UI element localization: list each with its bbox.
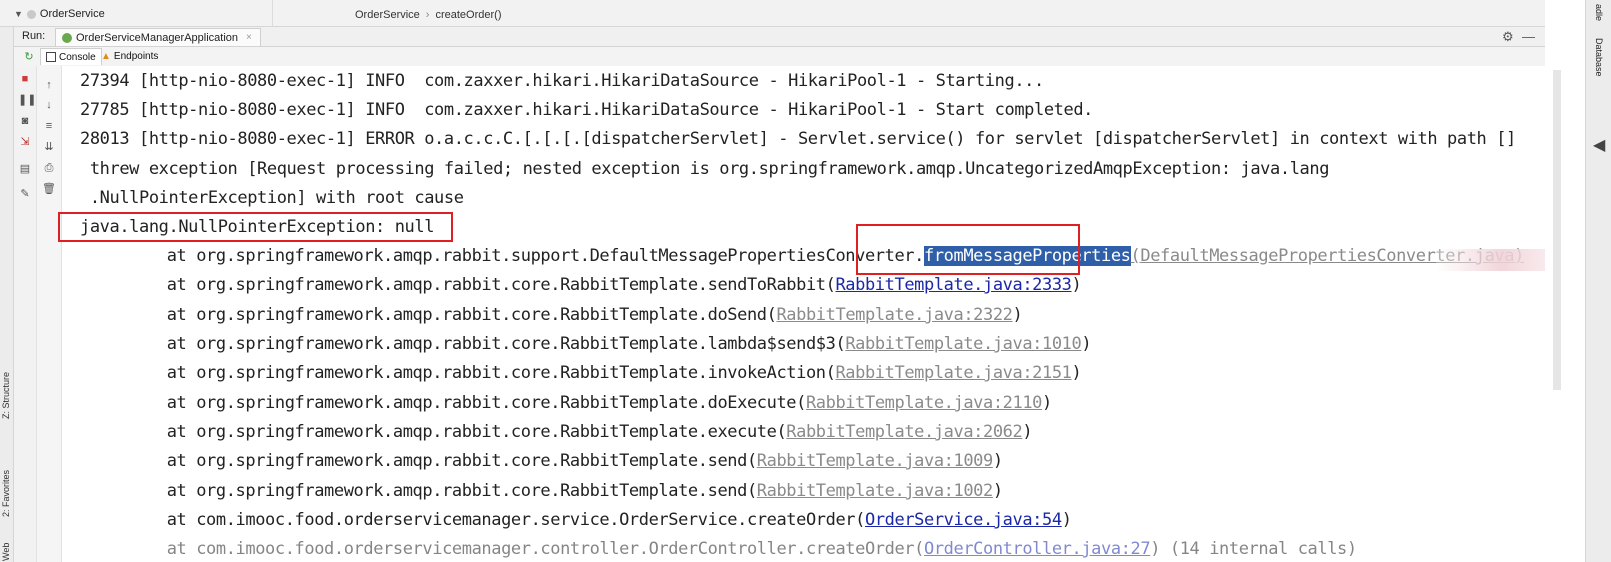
stack-frame: at org.springframework.amqp.rabbit.core.… bbox=[88, 305, 1023, 325]
database-tool-label[interactable]: Database bbox=[1594, 38, 1604, 77]
minimize-icon[interactable]: — bbox=[1522, 29, 1535, 44]
run-config-tab-label: OrderServiceManagerApplication bbox=[76, 31, 239, 44]
tab-endpoints[interactable]: ▲ Endpoints bbox=[96, 48, 163, 64]
tab-endpoints-label: Endpoints bbox=[113, 50, 159, 62]
breadcrumb: OrderService › createOrder() bbox=[355, 9, 502, 21]
stack-frame: at org.springframework.amqp.rabbit.core.… bbox=[88, 334, 1092, 354]
source-link[interactable]: RabbitTemplate.java:2333 bbox=[835, 275, 1071, 295]
console-output[interactable]: 27394 [http-nio-8080-exec-1] INFO com.za… bbox=[62, 66, 1545, 562]
stack-frame: at org.springframework.amqp.rabbit.core.… bbox=[88, 363, 1082, 383]
console-line: 27394 [http-nio-8080-exec-1] INFO com.za… bbox=[80, 71, 1044, 91]
pin-icon[interactable]: ✎ bbox=[18, 187, 32, 201]
arrow-down-icon[interactable]: ↓ bbox=[42, 98, 56, 112]
close-icon[interactable]: × bbox=[246, 32, 252, 43]
stack-frame: at org.springframework.amqp.rabbit.core.… bbox=[88, 275, 1082, 295]
highlight-box-method bbox=[856, 224, 1080, 275]
console-line: 27785 [http-nio-8080-exec-1] INFO com.za… bbox=[80, 100, 1093, 120]
source-link[interactable]: OrderService.java:54 bbox=[865, 510, 1062, 530]
pause-icon[interactable]: ❚❚ bbox=[18, 93, 36, 107]
source-link[interactable]: RabbitTemplate.java:1009 bbox=[757, 451, 993, 471]
left-tool-window-strip: Z: Structure 2: Favorites Web bbox=[0, 27, 14, 562]
console-text: 28013 [http-nio-8080-exec-1] ERROR o.a.c… bbox=[80, 129, 1516, 149]
scroll-to-end-icon[interactable]: ⇊ bbox=[42, 140, 56, 154]
breadcrumb-item[interactable]: OrderService bbox=[355, 9, 420, 21]
stack-frame: at com.imooc.food.orderservicemanager.co… bbox=[88, 539, 1357, 559]
collapse-arrow-icon[interactable]: ◀ bbox=[1593, 135, 1605, 155]
gear-icon[interactable]: ⚙ bbox=[1502, 29, 1514, 45]
run-config-tab[interactable]: OrderServiceManagerApplication × bbox=[55, 28, 261, 46]
right-tool-window-strip: adle Database ◀ bbox=[1585, 0, 1611, 562]
run-subtab-bar: ↻ Console ▲ Endpoints bbox=[0, 47, 1585, 67]
module-icon bbox=[26, 9, 36, 19]
tab-console[interactable]: Console bbox=[40, 48, 102, 65]
stack-frame: at org.springframework.amqp.rabbit.core.… bbox=[88, 422, 1033, 442]
divider bbox=[272, 0, 273, 26]
source-link[interactable]: OrderController.java:27 bbox=[924, 539, 1151, 559]
stack-frame: at org.springframework.amqp.rabbit.core.… bbox=[88, 393, 1053, 413]
stack-frame-text: at com.imooc.food.orderservicemanager.se… bbox=[88, 510, 856, 530]
source-link[interactable]: RabbitTemplate.java:2062 bbox=[786, 422, 1022, 442]
stack-frame-text: at org.springframework.amqp.rabbit.core.… bbox=[88, 481, 748, 501]
console-text: 27394 [http-nio-8080-exec-1] INFO com.za… bbox=[80, 71, 1044, 91]
stack-frame-text: at org.springframework.amqp.rabbit.core.… bbox=[88, 363, 826, 383]
stack-frame: at org.springframework.amqp.rabbit.suppo… bbox=[88, 246, 1524, 266]
layout-icon[interactable]: ▤ bbox=[18, 162, 32, 176]
stack-frame: at org.springframework.amqp.rabbit.core.… bbox=[88, 451, 1003, 471]
stack-frame-text: at org.springframework.amqp.rabbit.core.… bbox=[88, 334, 836, 354]
console-text: 27785 [http-nio-8080-exec-1] INFO com.za… bbox=[80, 100, 1093, 120]
stack-frame-text: at org.springframework.amqp.rabbit.core.… bbox=[88, 275, 826, 295]
run-label: Run: bbox=[22, 30, 46, 42]
stack-frame: at com.imooc.food.orderservicemanager.se… bbox=[88, 510, 1072, 530]
gradle-tool-label[interactable]: adle bbox=[1594, 4, 1604, 21]
stack-frame-text: at org.springframework.amqp.rabbit.core.… bbox=[88, 422, 777, 442]
endpoints-icon: ▲ bbox=[101, 50, 111, 62]
stack-frame-text: at com.imooc.food.orderservicemanager.co… bbox=[88, 539, 915, 559]
source-link[interactable]: RabbitTemplate.java:2151 bbox=[835, 363, 1071, 383]
spring-boot-icon bbox=[62, 32, 72, 43]
arrow-up-icon[interactable]: ↑ bbox=[42, 78, 56, 92]
camera-icon[interactable]: ◙ bbox=[18, 114, 32, 128]
structure-tool-label[interactable]: Z: Structure bbox=[1, 372, 11, 419]
rerun-icon[interactable]: ↻ bbox=[22, 50, 36, 64]
web-tool-label[interactable]: Web bbox=[1, 543, 11, 561]
project-node-label: OrderService bbox=[39, 8, 105, 20]
stack-frame-text: at org.springframework.amqp.rabbit.core.… bbox=[88, 393, 797, 413]
stack-frame: at org.springframework.amqp.rabbit.core.… bbox=[88, 481, 1003, 501]
console-line: .NullPointerException] with root cause bbox=[80, 188, 464, 208]
favorites-tool-label[interactable]: 2: Favorites bbox=[1, 470, 11, 517]
run-actions-gutter: ■ ❚❚ ◙ ⇲ ▤ ✎ bbox=[14, 66, 37, 562]
console-text: threw exception [Request processing fail… bbox=[80, 159, 1330, 179]
breadcrumb-separator: › bbox=[425, 9, 430, 21]
stop-icon[interactable]: ■ bbox=[18, 72, 32, 86]
exit-icon[interactable]: ⇲ bbox=[18, 135, 32, 149]
chevron-down-icon[interactable]: ▼ bbox=[14, 9, 23, 19]
soft-wrap-icon[interactable]: ≡ bbox=[42, 119, 56, 133]
console-line: threw exception [Request processing fail… bbox=[80, 159, 1330, 179]
stack-frame-text: at org.springframework.amqp.rabbit.core.… bbox=[88, 305, 767, 325]
stack-frame-text: at org.springframework.amqp.rabbit.core.… bbox=[88, 451, 748, 471]
project-tree-node[interactable]: ▼ OrderService bbox=[14, 8, 105, 20]
console-line: 28013 [http-nio-8080-exec-1] ERROR o.a.c… bbox=[80, 129, 1516, 149]
vertical-scrollbar[interactable] bbox=[1553, 70, 1561, 390]
breadcrumb-item[interactable]: createOrder() bbox=[435, 9, 501, 21]
tab-console-label: Console bbox=[59, 51, 96, 63]
stack-frame-text: at org.springframework.amqp.rabbit.suppo… bbox=[88, 246, 925, 266]
source-link[interactable]: RabbitTemplate.java:1010 bbox=[845, 334, 1081, 354]
console-text: .NullPointerException] with root cause bbox=[80, 188, 464, 208]
source-link[interactable]: RabbitTemplate.java:2322 bbox=[776, 305, 1012, 325]
print-icon[interactable]: ⎙ bbox=[42, 161, 56, 175]
console-icon bbox=[46, 52, 56, 62]
console-actions-gutter: ↑ ↓ ≡ ⇊ ⎙ 🗑 bbox=[37, 66, 62, 562]
source-link[interactable]: RabbitTemplate.java:2110 bbox=[806, 393, 1042, 413]
source-link[interactable]: RabbitTemplate.java:1002 bbox=[757, 481, 993, 501]
editor-top-strip: ▼ OrderService OrderService › createOrder(… bbox=[0, 0, 1611, 27]
run-toolbar: Run: OrderServiceManagerApplication × ⚙ … bbox=[0, 27, 1585, 47]
highlight-box-exception bbox=[58, 212, 453, 242]
trash-icon[interactable]: 🗑 bbox=[42, 182, 56, 196]
